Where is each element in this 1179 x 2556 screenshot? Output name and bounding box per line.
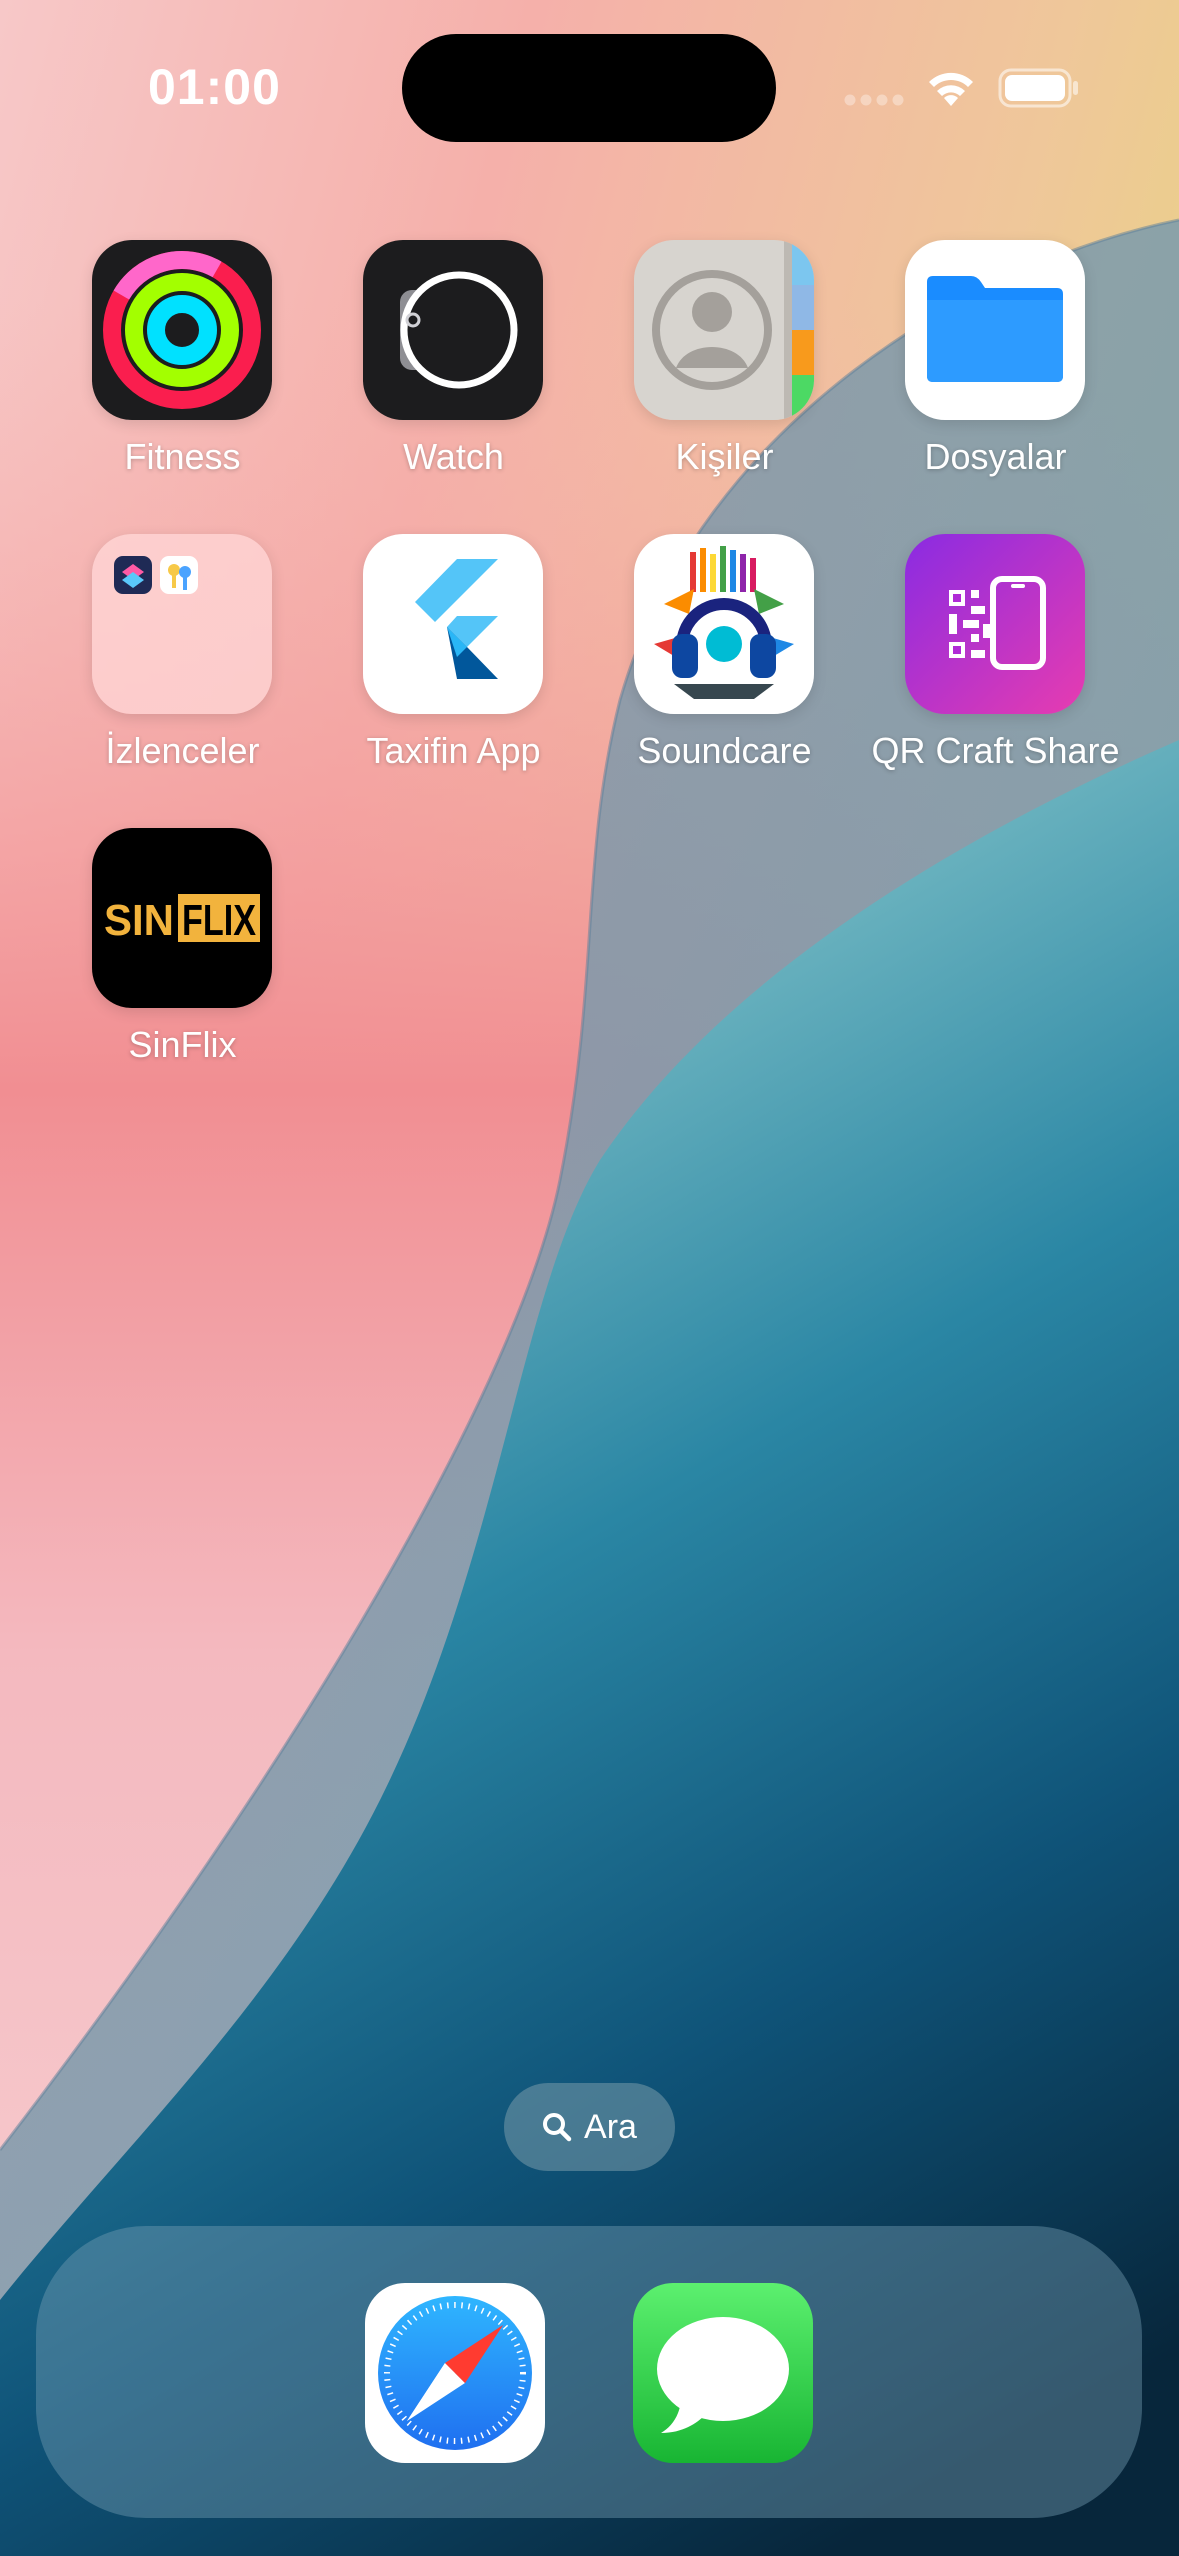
files-folder-icon: [905, 240, 1085, 420]
app-label: Kişiler: [675, 436, 774, 477]
dynamic-island: [402, 34, 776, 142]
wifi-icon: [929, 72, 973, 106]
signal-dots-icon: [844, 94, 904, 106]
svg-text:FLIX: FLIX: [182, 896, 256, 945]
headphones-artwork-icon: [634, 534, 814, 714]
folder-icon: [92, 534, 272, 714]
app-label: İzlenceler: [105, 730, 260, 771]
app-label: Watch: [403, 436, 504, 477]
fitness-rings-icon: [92, 240, 272, 420]
app-watch[interactable]: Watch: [318, 240, 589, 495]
dock-app-safari[interactable]: [365, 2283, 545, 2463]
dock-app-messages[interactable]: [633, 2283, 813, 2463]
dock: [36, 2226, 1142, 2518]
flutter-icon: [363, 534, 543, 714]
sinflix-logo: SIN FLIX: [92, 828, 272, 1008]
qr-phone-icon: [905, 534, 1085, 714]
safari-compass-icon: [365, 2283, 545, 2463]
battery-icon: [998, 68, 1078, 108]
app-sinflix[interactable]: SIN FLIX SinFlix: [47, 828, 318, 1083]
app-qr-craft-share[interactable]: QR Craft Share: [860, 534, 1131, 789]
app-label: Soundcare: [637, 730, 812, 771]
app-fitness[interactable]: Fitness: [47, 240, 318, 495]
app-label: QR Craft Share: [871, 730, 1120, 771]
search-icon: [543, 2113, 572, 2142]
app-taxifin[interactable]: Taxifin App: [318, 534, 589, 789]
svg-text:SIN: SIN: [104, 896, 174, 945]
search-button[interactable]: Ara: [504, 2083, 675, 2171]
app-label: Dosyalar: [924, 436, 1067, 477]
app-files[interactable]: Dosyalar: [860, 240, 1131, 495]
watch-icon: [363, 240, 543, 420]
app-soundcare[interactable]: Soundcare: [589, 534, 860, 789]
status-time: 01:00: [148, 59, 281, 115]
search-label: Ara: [584, 2107, 637, 2146]
app-contacts[interactable]: Kişiler: [589, 240, 860, 495]
app-folder-izlenceler[interactable]: İzlenceler: [47, 534, 318, 789]
app-label: SinFlix: [128, 1024, 237, 1065]
messages-bubble-icon: [633, 2283, 813, 2463]
app-label: Fitness: [124, 436, 241, 477]
app-label: Taxifin App: [366, 730, 541, 771]
contacts-icon: [634, 240, 814, 420]
